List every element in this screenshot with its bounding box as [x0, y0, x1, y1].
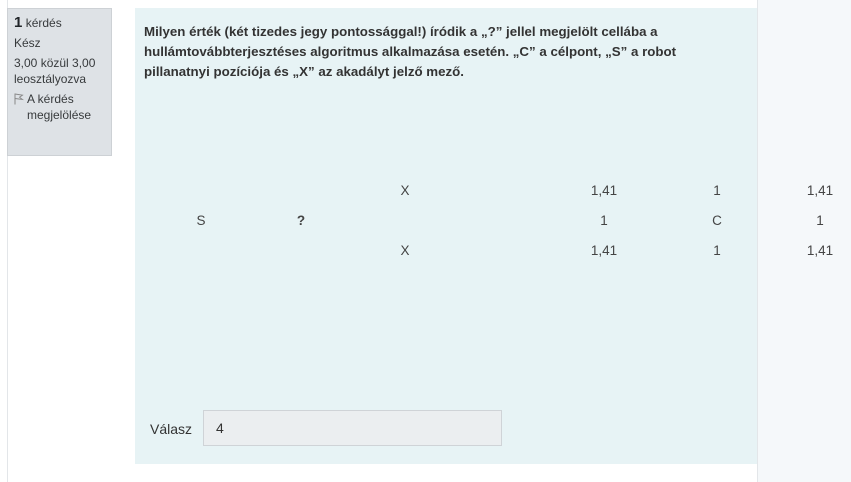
grid-cell: 1,41	[590, 243, 618, 258]
grid-cell: 1	[713, 243, 721, 258]
grid-cell: X	[400, 183, 410, 198]
flag-question-link[interactable]: A kérdés megjelölése	[14, 91, 105, 123]
grid-cell: X	[400, 243, 410, 258]
question-info-panel: 1 kérdés Kész 3,00 közül 3,00 leosztályo…	[7, 8, 112, 156]
question-grade: 3,00 közül 3,00 leosztályozva	[14, 56, 96, 86]
grid-cell: 1,41	[806, 183, 834, 198]
quiz-page: 1 kérdés Kész 3,00 közül 3,00 leosztályo…	[0, 0, 851, 482]
question-number-label: kérdés	[25, 16, 62, 30]
right-divider	[757, 0, 758, 482]
flag-question-label: A kérdés megjelölése	[27, 92, 92, 122]
grid-cell: ?	[296, 213, 306, 228]
grid-cell: 1	[816, 213, 824, 228]
grid-cell: S	[196, 213, 206, 228]
grid-cell: 1,41	[806, 243, 834, 258]
question-status: Kész	[14, 36, 41, 50]
flag-icon	[14, 93, 25, 105]
answer-input[interactable]	[203, 410, 502, 446]
question-text: Milyen érték (két tizedes jegy pontosság…	[144, 24, 677, 79]
grid-cell: 1	[600, 213, 608, 228]
answer-label: Válasz	[150, 421, 193, 437]
grid-cell: C	[712, 213, 722, 228]
right-margin	[758, 0, 851, 482]
grid-cell: 1	[713, 183, 721, 198]
grid-cell: 1,41	[590, 183, 618, 198]
question-number: 1 kérdés	[14, 15, 105, 31]
question-content: Milyen érték (két tizedes jegy pontosság…	[135, 8, 757, 464]
question-number-value: 1	[14, 14, 23, 31]
